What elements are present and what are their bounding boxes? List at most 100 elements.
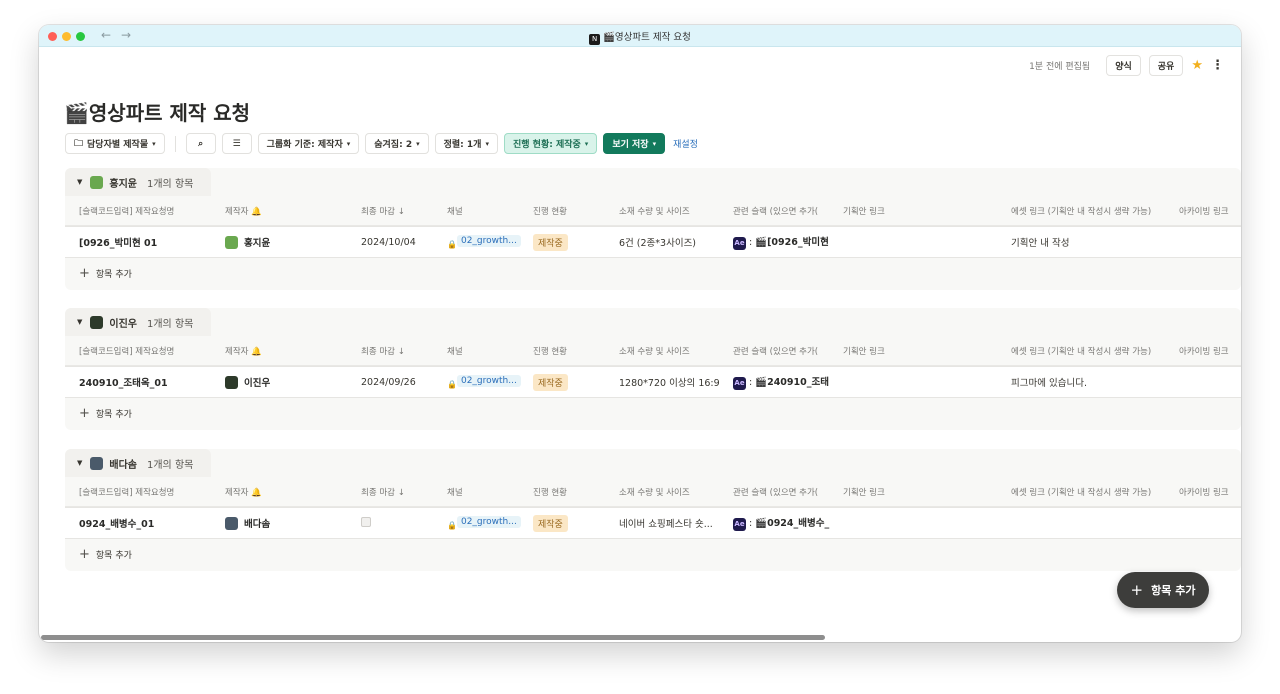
add-item-fab-button[interactable]: + 항목 추가 bbox=[1117, 572, 1209, 608]
after-effects-icon: Ae bbox=[733, 518, 746, 531]
column-header[interactable]: 관련 슬랙 (있으면 추가( bbox=[733, 205, 837, 217]
share-button[interactable]: 공유 bbox=[1148, 55, 1184, 76]
folder-icon: 🗀 bbox=[74, 138, 84, 149]
slack-cell[interactable]: Ae: 🎬240910_조태 bbox=[733, 374, 837, 390]
column-header[interactable]: 채널 bbox=[447, 345, 527, 357]
table-row[interactable]: [0926_박미현 01 홍지윤 2024/10/04 🔒 02_growth..… bbox=[65, 226, 1241, 258]
request-title[interactable]: 240910_조태옥_01 bbox=[79, 375, 219, 389]
maker-cell[interactable]: 홍지윤 bbox=[225, 235, 355, 249]
column-header[interactable]: [슬랙코드입력] 제작요청명 bbox=[79, 345, 219, 357]
status-cell[interactable]: 제작중 bbox=[533, 233, 613, 251]
chevron-down-icon: ▾ bbox=[346, 139, 351, 148]
sliders-icon: ☰ bbox=[232, 138, 241, 149]
column-header[interactable]: 아카이빙 링크 bbox=[1179, 205, 1241, 217]
avatar bbox=[225, 235, 238, 249]
table-row[interactable]: 0924_배병수_01 배다솜 🔒 02_growth... 제작중 네이버 쇼핑… bbox=[65, 507, 1241, 539]
collapse-caret-icon[interactable]: ▼ bbox=[77, 459, 82, 467]
group-count: 1개의 항목 bbox=[147, 178, 194, 190]
column-header[interactable]: 아카이빙 링크 bbox=[1179, 486, 1241, 498]
status-filter-button[interactable]: 진행 현황: 제작중 ▾ bbox=[503, 133, 598, 154]
column-header[interactable]: 기획안 링크 bbox=[843, 486, 1003, 498]
column-header[interactable]: 소재 수량 및 사이즈 bbox=[619, 205, 725, 217]
add-item-row[interactable]: + 항목 추가 bbox=[79, 266, 132, 281]
channel-cell[interactable]: 🔒 02_growth... bbox=[447, 515, 527, 531]
column-header[interactable]: 최종 마감 ↓ bbox=[361, 486, 443, 498]
horizontal-scrollbar[interactable] bbox=[41, 635, 825, 640]
column-header[interactable]: 아카이빙 링크 bbox=[1179, 345, 1241, 357]
deadline-cell[interactable]: 2024/09/26 bbox=[361, 377, 443, 388]
sort-button[interactable]: 정렬: 1개 ▾ bbox=[434, 133, 498, 154]
slack-cell[interactable]: Ae: 🎬[0926_박미현 bbox=[733, 234, 837, 250]
column-header[interactable]: 에셋 링크 (기획안 내 작성시 생략 가능) bbox=[1011, 205, 1173, 217]
bell-icon: 🔔 bbox=[251, 346, 262, 357]
column-header[interactable]: 기획안 링크 bbox=[843, 345, 1003, 357]
column-header[interactable]: 소재 수량 및 사이즈 bbox=[619, 345, 725, 357]
status-filter-label: 진행 현황: 제작중 bbox=[512, 140, 581, 150]
size-cell[interactable]: 네이버 쇼핑페스타 숏... bbox=[619, 516, 725, 530]
template-button[interactable]: 양식 bbox=[1106, 55, 1141, 76]
more-options-icon[interactable]: ⋮ bbox=[1211, 58, 1224, 73]
column-header[interactable]: 채널 bbox=[447, 205, 527, 217]
column-header[interactable]: 제작자 🔔 bbox=[225, 345, 355, 357]
bell-icon: 🔔 bbox=[251, 206, 262, 217]
group-header[interactable]: ▼ 홍지윤 1개의 항목 bbox=[65, 168, 211, 196]
add-item-label: 항목 추가 bbox=[95, 410, 132, 420]
column-header-label: 제작자 bbox=[225, 206, 249, 217]
size-cell[interactable]: 1280*720 이상의 16:9 bbox=[619, 375, 725, 389]
add-item-row[interactable]: + 항목 추가 bbox=[79, 547, 132, 562]
deadline-cell[interactable]: 2024/10/04 bbox=[361, 237, 443, 248]
channel-cell[interactable]: 🔒 02_growth... bbox=[447, 234, 527, 250]
group-count: 1개의 항목 bbox=[147, 459, 194, 471]
request-title[interactable]: [0926_박미현 01 bbox=[79, 235, 219, 249]
column-header[interactable]: [슬랙코드입력] 제작요청명 bbox=[79, 486, 219, 498]
slack-cell[interactable]: Ae: 🎬0924_배병수_ bbox=[733, 515, 837, 531]
column-header[interactable]: 제작자 🔔 bbox=[225, 486, 355, 498]
group-header[interactable]: ▼ 배다솜 1개의 항목 bbox=[65, 449, 211, 477]
column-headers: [슬랙코드입력] 제작요청명 제작자 🔔 최종 마감 ↓ 채널 진행 현황 소재… bbox=[65, 336, 1241, 366]
size-cell[interactable]: 6건 (2종*3사이즈) bbox=[619, 235, 725, 249]
column-header[interactable]: 소재 수량 및 사이즈 bbox=[619, 486, 725, 498]
asset-link-cell[interactable]: 피그마에 있습니다. bbox=[1011, 375, 1173, 389]
save-view-label: 보기 저장 bbox=[612, 140, 649, 150]
search-button[interactable]: ⌕ bbox=[185, 133, 216, 154]
view-selector-label: 담당자별 제작물 bbox=[87, 140, 149, 150]
avatar bbox=[90, 315, 104, 329]
maker-cell[interactable]: 배다솜 bbox=[225, 516, 355, 530]
column-header[interactable]: 제작자 🔔 bbox=[225, 205, 355, 217]
column-header[interactable]: 최종 마감 ↓ bbox=[361, 345, 443, 357]
status-badge: 제작중 bbox=[533, 233, 568, 251]
collapse-caret-icon[interactable]: ▼ bbox=[77, 178, 82, 186]
status-cell[interactable]: 제작중 bbox=[533, 514, 613, 532]
view-selector-button[interactable]: 🗀 담당자별 제작물 ▾ bbox=[65, 133, 165, 154]
request-title[interactable]: 0924_배병수_01 bbox=[79, 516, 219, 530]
group-by-button[interactable]: 그룹화 기준: 제작자 ▾ bbox=[257, 133, 360, 154]
column-header[interactable]: [슬랙코드입력] 제작요청명 bbox=[79, 205, 219, 217]
channel-cell[interactable]: 🔒 02_growth... bbox=[447, 374, 527, 390]
column-header[interactable]: 에셋 링크 (기획안 내 작성시 생략 가능) bbox=[1011, 486, 1173, 498]
maker-cell[interactable]: 이진우 bbox=[225, 375, 355, 389]
hidden-properties-button[interactable]: 숨겨짐: 2 ▾ bbox=[365, 133, 429, 154]
collapse-caret-icon[interactable]: ▼ bbox=[77, 318, 82, 326]
reset-link[interactable]: 재설정 bbox=[673, 137, 698, 150]
column-header[interactable]: 기획안 링크 bbox=[843, 205, 1003, 217]
save-view-button[interactable]: 보기 저장 ▾ bbox=[603, 133, 666, 154]
column-header[interactable]: 진행 현황 bbox=[533, 345, 613, 357]
chevron-down-icon: ▾ bbox=[152, 139, 156, 148]
column-header[interactable]: 에셋 링크 (기획안 내 작성시 생략 가능) bbox=[1011, 345, 1173, 357]
top-bar: 1분 전에 편집됨 양식 공유 ★ ⋮ bbox=[1029, 55, 1224, 76]
column-header[interactable]: 진행 현황 bbox=[533, 205, 613, 217]
column-header[interactable]: 진행 현황 bbox=[533, 486, 613, 498]
slack-link: [0926_박미현 bbox=[767, 237, 829, 248]
column-header[interactable]: 채널 bbox=[447, 486, 527, 498]
column-header[interactable]: 관련 슬랙 (있으면 추가( bbox=[733, 345, 837, 357]
column-header[interactable]: 관련 슬랙 (있으면 추가( bbox=[733, 486, 837, 498]
deadline-cell[interactable] bbox=[361, 516, 443, 530]
column-header[interactable]: 최종 마감 ↓ bbox=[361, 205, 443, 217]
group-header[interactable]: ▼ 이진우 1개의 항목 bbox=[65, 308, 211, 336]
settings-button[interactable]: ☰ bbox=[221, 133, 252, 154]
favorite-star-icon[interactable]: ★ bbox=[1191, 58, 1203, 73]
asset-link-cell[interactable]: 기획안 내 작성 bbox=[1011, 235, 1173, 249]
table-row[interactable]: 240910_조태옥_01 이진우 2024/09/26 🔒 02_growth.… bbox=[65, 366, 1241, 398]
status-cell[interactable]: 제작중 bbox=[533, 373, 613, 391]
add-item-row[interactable]: + 항목 추가 bbox=[79, 406, 132, 421]
